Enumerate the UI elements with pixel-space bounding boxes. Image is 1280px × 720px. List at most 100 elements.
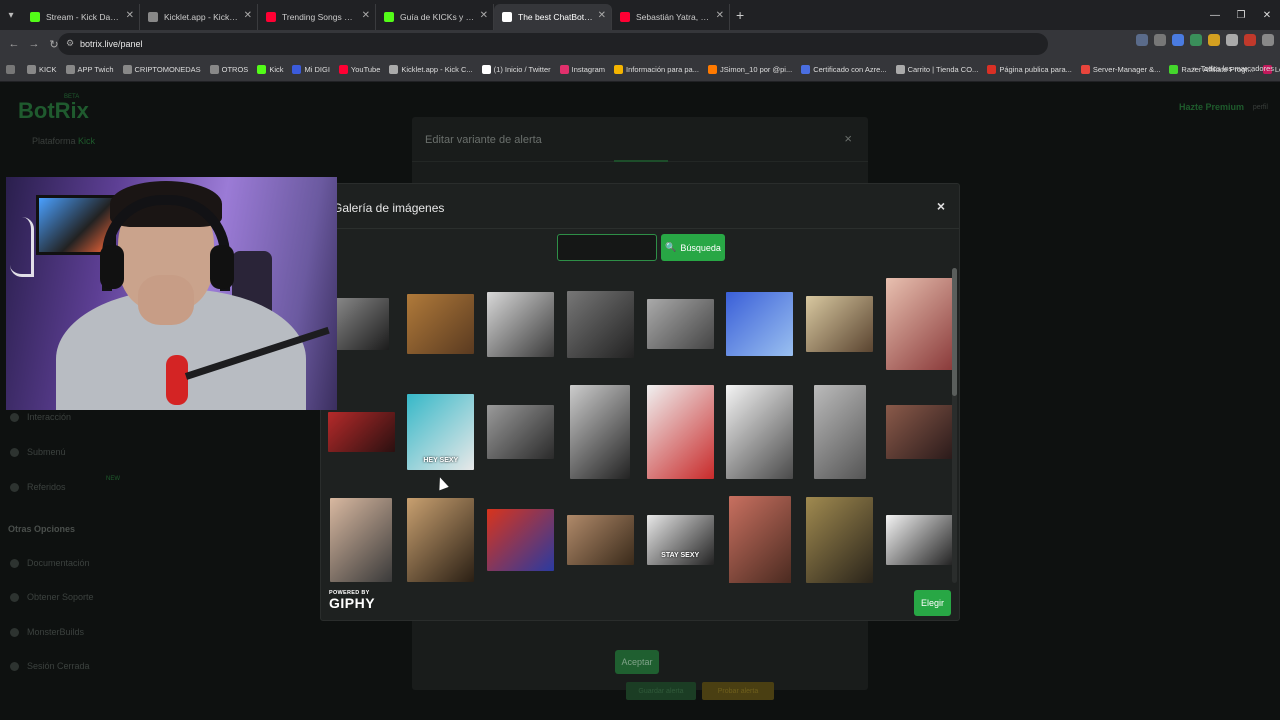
gif-thumbnail[interactable] bbox=[566, 515, 634, 565]
close-tab-icon[interactable]: ✕ bbox=[362, 10, 370, 21]
gif-thumbnail[interactable] bbox=[570, 385, 631, 479]
gif-cell[interactable] bbox=[724, 274, 796, 374]
gif-thumbnail[interactable] bbox=[886, 278, 953, 370]
bookmark-item[interactable]: Kick bbox=[257, 65, 283, 74]
gif-cell[interactable] bbox=[884, 274, 953, 374]
gif-thumbnail[interactable] bbox=[886, 515, 953, 565]
gif-thumbnail[interactable] bbox=[487, 291, 555, 357]
gif-cell[interactable] bbox=[724, 382, 796, 482]
close-tab-icon[interactable]: ✕ bbox=[716, 10, 724, 21]
kebab-menu-icon[interactable] bbox=[1262, 34, 1274, 46]
minimize-icon[interactable]: — bbox=[1202, 10, 1228, 21]
gif-thumbnail[interactable] bbox=[407, 498, 475, 582]
gif-cell[interactable] bbox=[804, 490, 876, 583]
gif-cell[interactable]: HEY SEXY bbox=[405, 382, 477, 482]
bookmark-item[interactable]: Server-Manager &... bbox=[1080, 65, 1160, 74]
gif-thumbnail[interactable] bbox=[726, 292, 794, 356]
gif-thumbnail[interactable] bbox=[806, 296, 874, 352]
bookmark-item[interactable]: (1) Inicio / Twitter bbox=[481, 65, 551, 74]
back-icon[interactable]: ← bbox=[4, 38, 24, 50]
test-alert-button[interactable]: Probar alerta bbox=[702, 682, 774, 700]
gif-thumbnail[interactable] bbox=[726, 385, 794, 479]
gif-cell[interactable] bbox=[884, 490, 953, 583]
close-tab-icon[interactable]: ✕ bbox=[598, 10, 606, 21]
forward-icon[interactable]: → bbox=[24, 38, 44, 50]
gif-thumbnail[interactable] bbox=[566, 290, 634, 358]
gif-search-input[interactable] bbox=[557, 234, 657, 261]
gif-cell[interactable] bbox=[485, 382, 557, 482]
gif-thumbnail[interactable] bbox=[806, 497, 874, 583]
bookmark-item[interactable]: YouTube bbox=[338, 65, 380, 74]
gif-cell[interactable] bbox=[405, 490, 477, 583]
gif-thumbnail[interactable] bbox=[327, 412, 395, 452]
close-icon[interactable]: × bbox=[844, 131, 852, 146]
bookmark-item[interactable]: APP Twich bbox=[65, 65, 114, 74]
gif-cell[interactable] bbox=[724, 490, 796, 583]
gif-thumbnail[interactable] bbox=[487, 509, 555, 571]
gif-thumbnail[interactable] bbox=[333, 298, 389, 350]
sidebar-item-monsterbuilds[interactable]: MonsterBuilds bbox=[10, 627, 84, 637]
bookmark-item[interactable]: Mi DIGI bbox=[292, 65, 330, 74]
close-tab-icon[interactable]: ✕ bbox=[480, 10, 488, 21]
close-icon[interactable]: × bbox=[937, 198, 945, 214]
restore-icon[interactable]: ❐ bbox=[1228, 10, 1254, 21]
tab-search-icon[interactable]: ▾ bbox=[0, 0, 22, 30]
site-info-icon[interactable]: ⚙ bbox=[66, 38, 74, 49]
gif-cell[interactable] bbox=[644, 382, 716, 482]
new-tab-icon[interactable]: + bbox=[736, 7, 744, 23]
bookmark-item[interactable]: Instagram bbox=[559, 65, 605, 74]
gif-cell[interactable] bbox=[644, 274, 716, 374]
close-window-icon[interactable]: ✕ bbox=[1254, 10, 1280, 21]
gif-cell[interactable]: STAY SEXY bbox=[644, 490, 716, 583]
sidebar-item-referidos[interactable]: Referidos bbox=[10, 482, 66, 492]
premium-link[interactable]: Hazte Premium bbox=[1179, 102, 1244, 112]
sidebar-item-soporte[interactable]: Obtener Soporte bbox=[10, 592, 94, 602]
extension-icon[interactable] bbox=[1208, 34, 1220, 46]
browser-tab[interactable]: Guía de KICKs y regalos | Centr ✕ bbox=[376, 4, 494, 30]
sidebar-item-documentacion[interactable]: Documentación bbox=[10, 558, 90, 568]
gif-cell[interactable] bbox=[884, 382, 953, 482]
gif-thumbnail[interactable]: HEY SEXY bbox=[407, 394, 475, 470]
bookmark-item[interactable]: JSimon_10 por @pi... bbox=[707, 65, 792, 74]
scrollbar-thumb[interactable] bbox=[952, 268, 957, 396]
gif-thumbnail[interactable] bbox=[487, 405, 555, 459]
extension-icon[interactable] bbox=[1190, 34, 1202, 46]
profile-link[interactable]: perfil bbox=[1253, 104, 1268, 111]
bookmark-item[interactable]: Página publica para... bbox=[987, 65, 1072, 74]
bookmark-item[interactable]: Certificado con Azre... bbox=[801, 65, 887, 74]
gif-cell[interactable] bbox=[485, 490, 557, 583]
gif-cell[interactable] bbox=[564, 490, 636, 583]
browser-tab[interactable]: The best ChatBot and Widgets ✕ bbox=[494, 4, 612, 30]
scrollbar[interactable] bbox=[952, 268, 957, 583]
translate-icon[interactable] bbox=[1136, 34, 1148, 46]
choose-button[interactable]: Elegir bbox=[914, 590, 951, 616]
gif-cell[interactable] bbox=[325, 490, 397, 583]
bookmark-item[interactable]: OTROS bbox=[209, 65, 248, 74]
sidebar-item-logout[interactable]: Sesión Cerrada bbox=[10, 661, 90, 671]
gif-thumbnail[interactable] bbox=[330, 498, 392, 582]
gif-thumbnail[interactable] bbox=[646, 299, 714, 349]
search-button[interactable]: 🔍 Búsqueda bbox=[661, 234, 725, 261]
bookmark-item[interactable]: Kicklet.app - Kick C... bbox=[389, 65, 473, 74]
close-tab-icon[interactable]: ✕ bbox=[126, 10, 134, 21]
browser-tab[interactable]: Trending Songs 2025 ✕ bbox=[258, 4, 376, 30]
platform-selector[interactable]: Plataforma Kick bbox=[32, 136, 95, 146]
bookmark-item[interactable]: Información para pa... bbox=[614, 65, 699, 74]
gif-thumbnail[interactable] bbox=[886, 405, 953, 459]
profile-icon[interactable] bbox=[1244, 34, 1256, 46]
star-icon[interactable] bbox=[1154, 34, 1166, 46]
save-alert-button[interactable]: Guardar alerta bbox=[626, 682, 696, 700]
bookmark-item[interactable]: Carrito | Tienda CO... bbox=[895, 65, 978, 74]
gif-thumbnail[interactable]: STAY SEXY bbox=[646, 515, 714, 565]
address-bar[interactable]: ⚙ botrix.live/panel bbox=[58, 33, 1048, 55]
sidebar-item-interaccion[interactable]: Interacción bbox=[10, 412, 71, 422]
bookmark-item[interactable]: CRIPTOMONEDAS bbox=[122, 65, 201, 74]
gif-thumbnail[interactable] bbox=[646, 385, 714, 479]
browser-tab[interactable]: Stream - Kick Dashboard ✕ bbox=[22, 4, 140, 30]
gif-cell[interactable] bbox=[564, 382, 636, 482]
gif-thumbnail[interactable] bbox=[813, 385, 866, 479]
gif-cell[interactable] bbox=[564, 274, 636, 374]
gif-cell[interactable] bbox=[804, 274, 876, 374]
bookmark-item[interactable]: KICK bbox=[27, 65, 57, 74]
extension-icon[interactable] bbox=[1172, 34, 1184, 46]
